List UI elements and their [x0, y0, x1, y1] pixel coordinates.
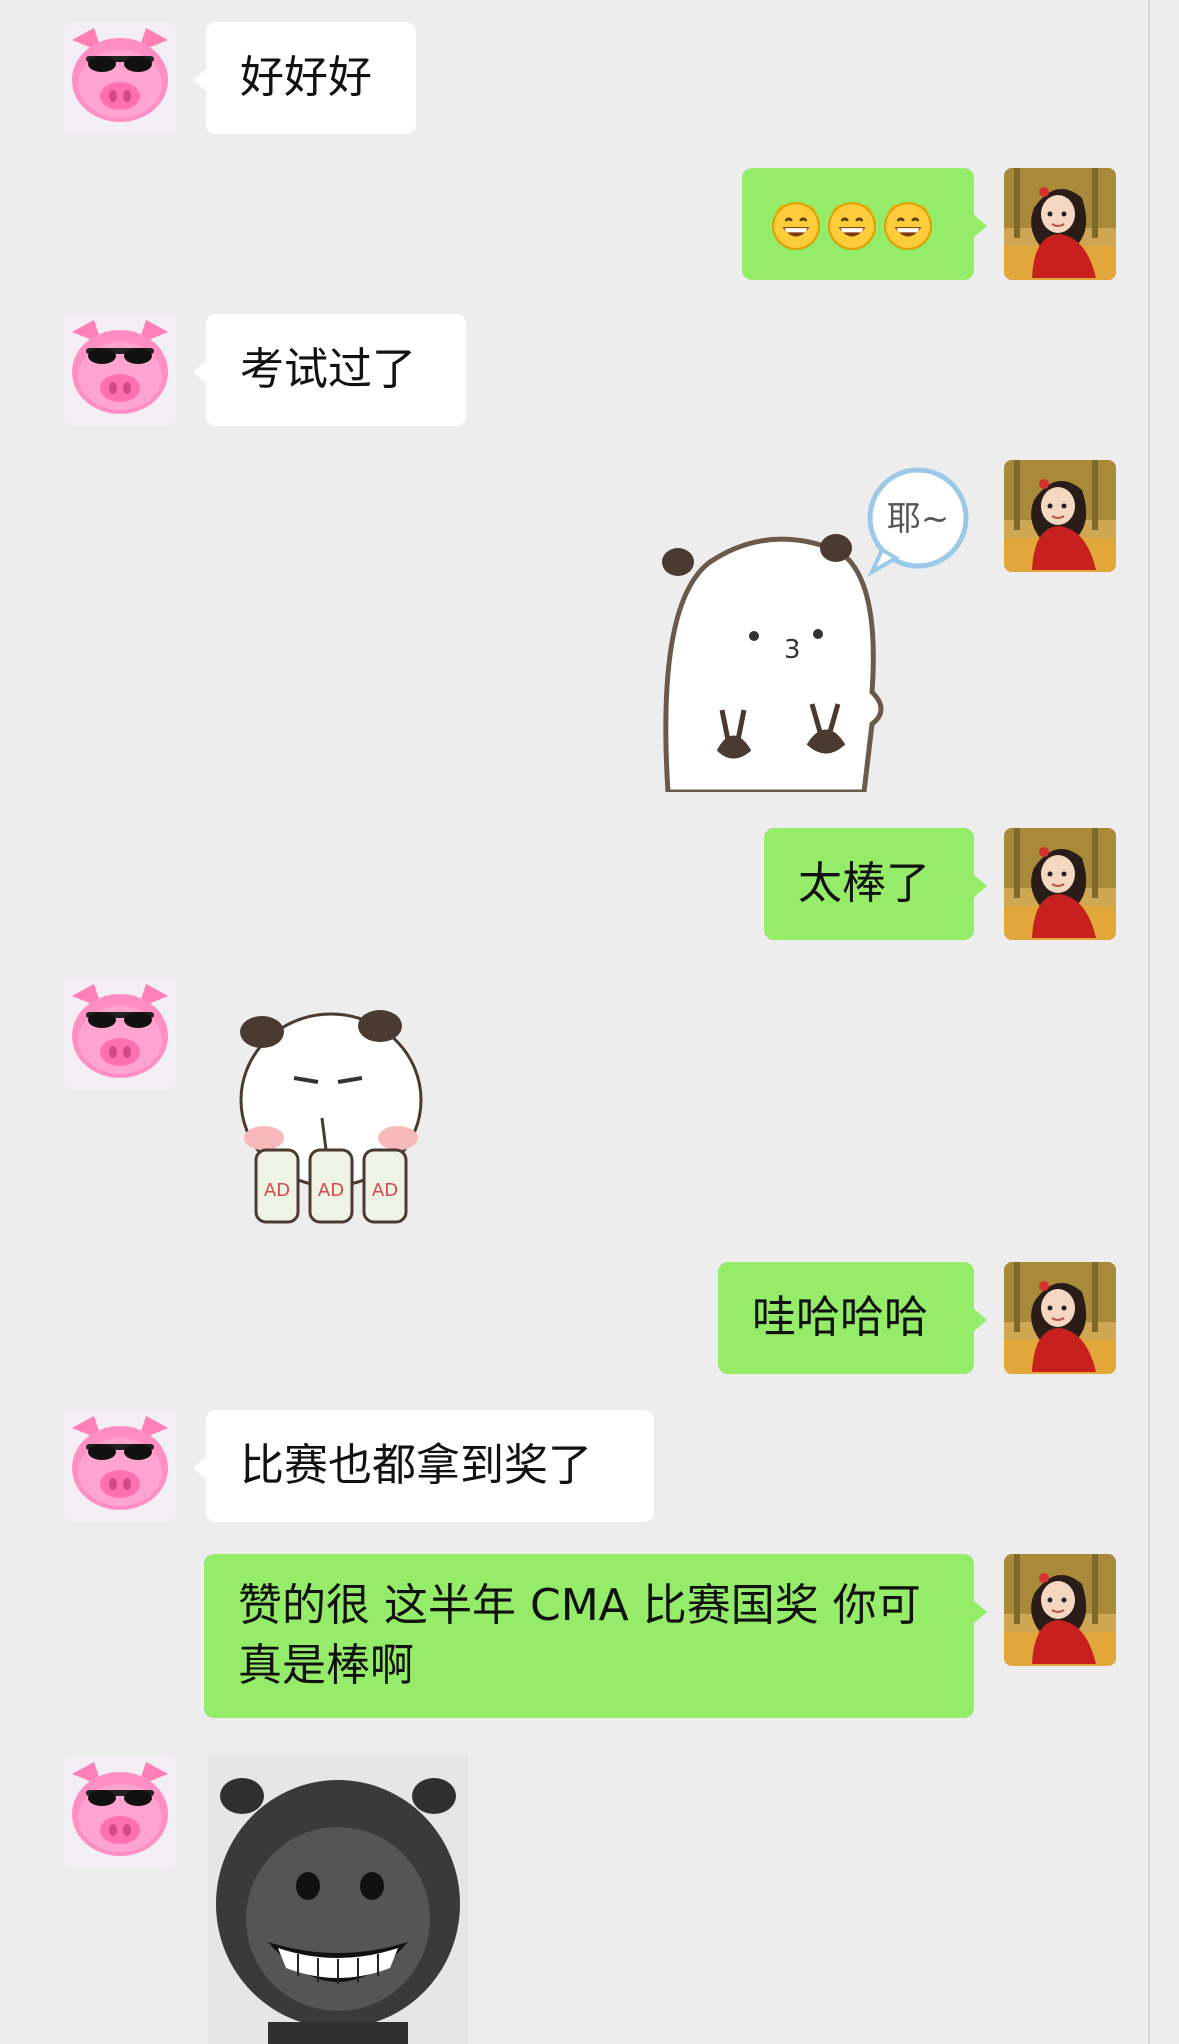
pig-sunglasses-icon [64, 1410, 176, 1522]
self-avatar[interactable] [1004, 828, 1116, 940]
message-bubble-incoming[interactable]: 比赛也都拿到奖了 [193, 1410, 654, 1522]
pig-sunglasses-icon [64, 1756, 176, 1868]
girl-red-dress-icon [1004, 1554, 1116, 1666]
message-text: 考试过了 [240, 344, 416, 395]
contact-avatar[interactable] [64, 314, 176, 426]
bear-peace-sticker[interactable]: 耶~ 3 [650, 462, 980, 792]
message-bubble-incoming[interactable]: 考试过了 [193, 314, 466, 426]
grinning-face-icon [770, 198, 822, 250]
message-text: 好好好 [240, 52, 372, 103]
grinning-face-icon [882, 198, 934, 250]
emoji-row [770, 198, 934, 250]
svg-text:3: 3 [784, 635, 801, 665]
message-text: 赞的很 这半年 CMA 比赛国奖 你可真是棒啊 [238, 1580, 921, 1691]
contact-avatar[interactable] [64, 978, 176, 1090]
message-bubble-outgoing[interactable]: 赞的很 这半年 CMA 比赛国奖 你可真是棒啊 [204, 1554, 987, 1718]
pig-sunglasses-icon [64, 22, 176, 134]
girl-red-dress-icon [1004, 828, 1116, 940]
girl-red-dress-icon [1004, 460, 1116, 572]
message-text: 太棒了 [798, 858, 930, 909]
message-bubble-outgoing[interactable]: 哇哈哈哈 [718, 1262, 987, 1374]
girl-red-dress-icon [1004, 1262, 1116, 1374]
message-bubble-outgoing[interactable]: 太棒了 [764, 828, 987, 940]
contact-avatar[interactable] [64, 1410, 176, 1522]
grinning-black-bear-sticker[interactable] [208, 1754, 468, 2044]
contact-avatar[interactable] [64, 1756, 176, 1868]
self-avatar[interactable] [1004, 168, 1116, 280]
girl-red-dress-icon [1004, 168, 1116, 280]
svg-text:AD: AD [264, 1180, 290, 1201]
message-text: 哇哈哈哈 [752, 1292, 928, 1343]
sticker-caption: 耶~ [887, 499, 950, 539]
self-avatar[interactable] [1004, 1262, 1116, 1374]
pig-sunglasses-icon [64, 314, 176, 426]
pig-sunglasses-icon [64, 978, 176, 1090]
grinning-face-icon [826, 198, 878, 250]
self-avatar[interactable] [1004, 1554, 1116, 1666]
scrollbar-track [1148, 0, 1150, 2044]
message-text: 比赛也都拿到奖了 [240, 1440, 592, 1491]
message-bubble-outgoing[interactable] [742, 168, 987, 280]
svg-text:AD: AD [372, 1180, 398, 1201]
svg-text:AD: AD [318, 1180, 344, 1201]
contact-avatar[interactable] [64, 22, 176, 134]
self-avatar[interactable] [1004, 460, 1116, 572]
message-bubble-incoming[interactable]: 好好好 [193, 22, 416, 134]
bear-drinks-sticker[interactable]: AD AD AD [226, 1000, 436, 1230]
